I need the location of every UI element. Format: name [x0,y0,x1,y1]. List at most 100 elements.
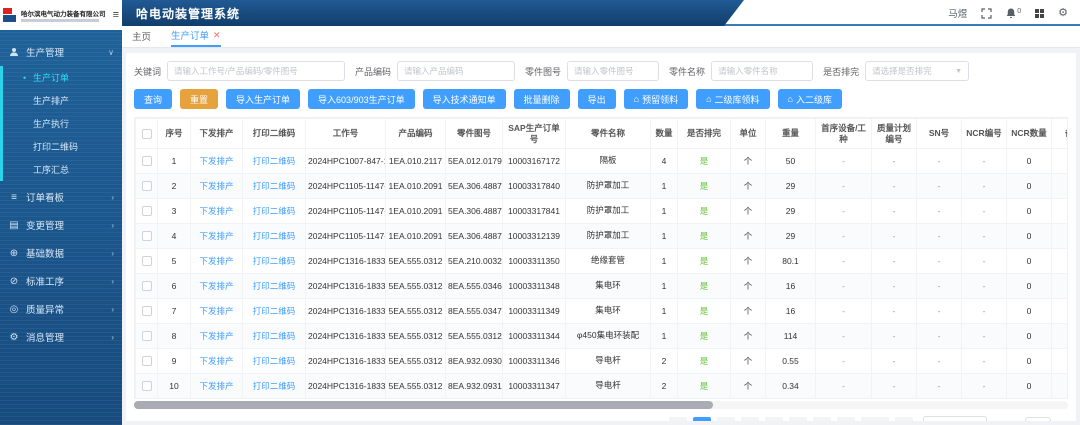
next-page-button[interactable]: › [895,417,913,422]
secondary-in-button[interactable]: ⌂入二级库 [778,89,842,109]
sidebar-item-3[interactable]: ⊕基础数据› [0,239,122,267]
row-checkbox[interactable] [142,206,152,216]
row-checkbox[interactable] [142,256,152,266]
tab-生产订单[interactable]: 生产订单✕ [171,25,221,47]
page-button-1[interactable]: 1 [693,417,711,422]
import-tech-button[interactable]: 导入技术通知单 [423,89,506,109]
dispatch-link[interactable]: 下发排产 [199,306,233,316]
batch-delete-button[interactable]: 批量删除 [514,89,570,109]
sap-order-cell: 10003311347 [503,374,566,399]
user-name[interactable]: 马煜 [948,6,967,20]
product-code-input[interactable] [397,61,515,81]
apps-grid-icon[interactable] [1035,9,1044,18]
unit-cell: 个 [731,349,766,374]
scrollbar-thumb[interactable] [134,401,713,409]
prev-page-button[interactable]: ‹ [669,417,687,422]
part-drawing-input[interactable] [567,61,659,81]
row-checkbox[interactable] [142,381,152,391]
print-qrcode-link[interactable]: 打印二维码 [253,206,296,216]
unit-cell: 个 [731,199,766,224]
company-name-en [21,19,99,22]
page-button-6[interactable]: 6 [813,417,831,422]
page-button-5[interactable]: 5 [789,417,807,422]
reserve-pick-button[interactable]: ⌂预留领料 [624,89,688,109]
seq-cell: 7 [158,299,191,324]
page-button-4[interactable]: 4 [765,417,783,422]
close-tab-icon[interactable]: ✕ [213,30,221,41]
sidebar-collapse-icon[interactable]: ≡ [113,10,119,21]
tab-主页[interactable]: 主页 [132,25,151,47]
import-603-button[interactable]: 导入603/903生产订单 [308,89,415,109]
fullscreen-icon[interactable] [981,8,992,19]
print-qrcode-link[interactable]: 打印二维码 [253,306,296,316]
secondary-pick-button[interactable]: ⌂二级库领料 [696,89,769,109]
dispatch-link[interactable]: 下发排产 [199,231,233,241]
reset-button[interactable]: 重置 [180,89,218,109]
row-checkbox[interactable] [142,356,152,366]
print-qrcode-link[interactable]: 打印二维码 [253,356,296,366]
print-qrcode-link[interactable]: 打印二维码 [253,231,296,241]
ncr-no-cell: - [962,249,1007,274]
sap-order-cell: 10003311346 [503,349,566,374]
dispatch-link[interactable]: 下发排产 [199,206,233,216]
goto-page-input[interactable] [1025,417,1051,422]
unit-cell: 个 [731,299,766,324]
sidebar-subitem-生产订单[interactable]: • 生产订单 [3,66,122,89]
sidebar-subitem-label: 生产订单 [33,71,69,84]
dispatch-link[interactable]: 下发排产 [199,281,233,291]
sidebar-item-5[interactable]: ◎质量异常› [0,295,122,323]
row-checkbox[interactable] [142,231,152,241]
quality-plan-cell: - [872,224,917,249]
settings-gear-icon[interactable]: ⚙ [1058,8,1068,19]
dispatch-link[interactable]: 下发排产 [199,156,233,166]
column-header-NCR编号: NCR编号 [962,119,1007,149]
print-qrcode-link[interactable]: 打印二维码 [253,281,296,291]
print-qrcode-link[interactable]: 打印二维码 [253,156,296,166]
dispatch-link[interactable]: 下发排产 [199,331,233,341]
sidebar-item-2[interactable]: ▤变更管理› [0,211,122,239]
dispatch-link[interactable]: 下发排产 [199,356,233,366]
sidebar-item-0[interactable]: 生产管理∨ [0,38,122,66]
drawing-no-cell: 8EA.932.0930 [446,349,503,374]
sap-order-cell: 10003311344 [503,324,566,349]
export-button[interactable]: 导出 [578,89,616,109]
print-qrcode-link[interactable]: 打印二维码 [253,381,296,391]
sidebar-subitem-生产执行[interactable]: 生产执行 [3,112,122,135]
row-checkbox[interactable] [142,156,152,166]
page-button-3[interactable]: 3 [741,417,759,422]
sidebar-subitem-打印二维码[interactable]: 打印二维码 [3,135,122,158]
select-all-checkbox[interactable] [142,129,152,139]
ncr-no-cell: - [962,274,1007,299]
row-checkbox[interactable] [142,281,152,291]
page-button-2[interactable]: 2 [717,417,735,422]
sidebar-subitem-工序汇总[interactable]: 工序汇总 [3,158,122,181]
keyword-input[interactable] [167,61,345,81]
print-qrcode-link[interactable]: 打印二维码 [253,256,296,266]
dispatch-link[interactable]: 下发排产 [199,381,233,391]
row-checkbox[interactable] [142,181,152,191]
sidebar-item-1[interactable]: ≡订单看板› [0,183,122,211]
bell-icon[interactable]: 0 [1006,8,1021,19]
page-button-3699[interactable]: 3699 [861,417,889,422]
print-qrcode-link[interactable]: 打印二维码 [253,331,296,341]
sidebar-item-4[interactable]: ⊘标准工序› [0,267,122,295]
more-pages-button[interactable]: ... [837,417,855,422]
message-gear-icon: ⚙ [8,332,20,343]
horizontal-scrollbar[interactable] [134,401,1068,409]
sidebar-subitem-生产排产[interactable]: 生产排产 [3,89,122,112]
part-name-input[interactable] [711,61,813,81]
print-qrcode-link[interactable]: 打印二维码 [253,181,296,191]
topbar-right: 马煜 0 ⚙ [948,0,1068,26]
row-checkbox[interactable] [142,306,152,316]
page-size-select[interactable]: 10条/页 ▼ [923,416,987,421]
sidebar-item-6[interactable]: ⚙消息管理› [0,323,122,351]
column-header-首序设备/工种: 首序设备/工种 [816,119,872,149]
import-order-button[interactable]: 导入生产订单 [226,89,300,109]
dispatch-link[interactable]: 下发排产 [199,256,233,266]
scheduled-select[interactable]: 请选择是否排完 ▼ [865,61,969,81]
search-button[interactable]: 查询 [134,89,172,109]
row-checkbox[interactable] [142,331,152,341]
dispatch-link[interactable]: 下发排产 [199,181,233,191]
active-dot-icon: • [23,73,26,83]
table-row: 10下发排产打印二维码2024HPC1316-1833-25EA.555.031… [136,374,1069,399]
